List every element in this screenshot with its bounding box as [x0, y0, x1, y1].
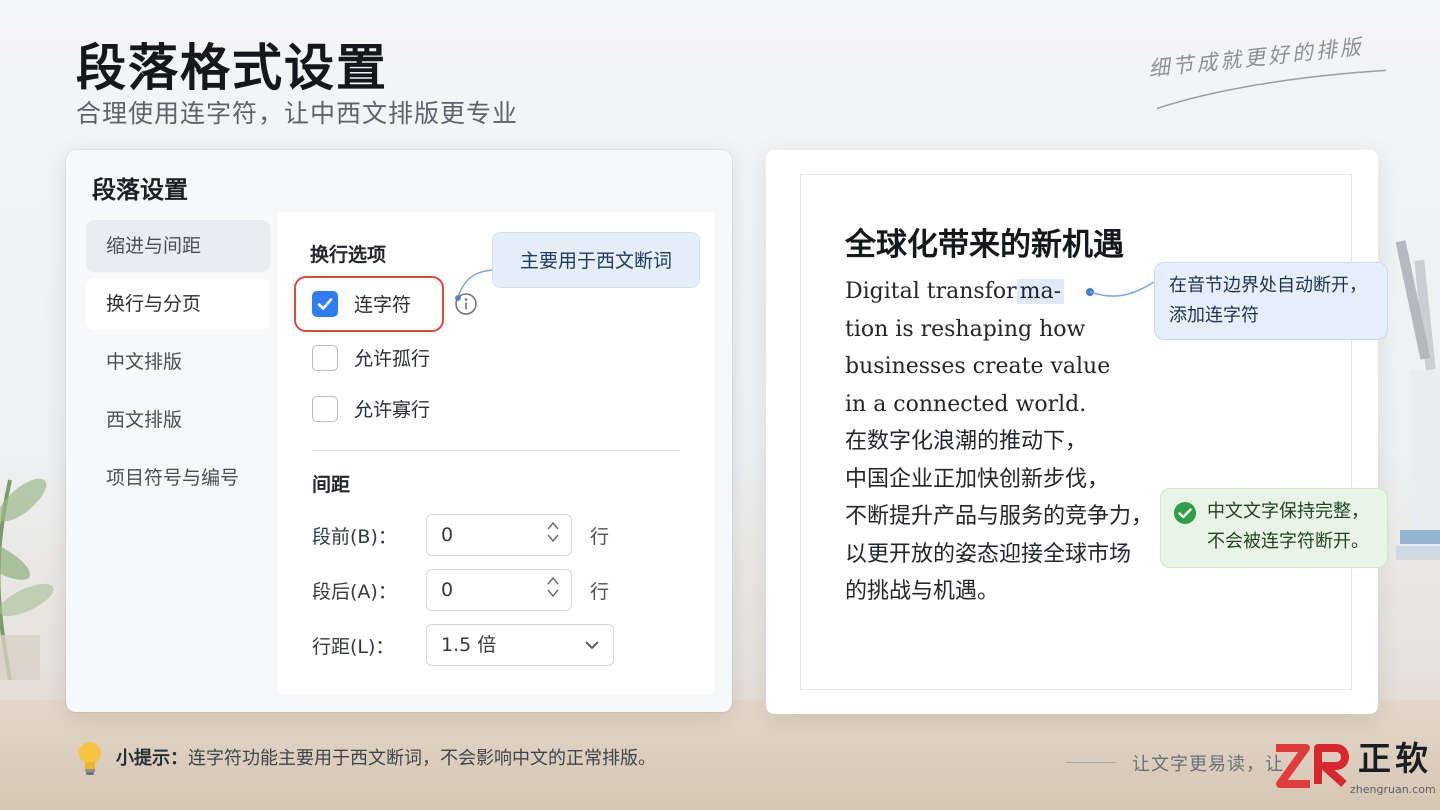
page-subtitle: 合理使用连字符，让中西文排版更专业	[76, 99, 519, 128]
logo-text: 正软	[1358, 739, 1432, 778]
document-line: 的挑战与机遇。	[845, 579, 1000, 604]
space-after-value: 0	[441, 579, 454, 601]
nav-item-chinese-typography[interactable]: 中文排版	[86, 336, 270, 388]
allow-orphan-option[interactable]: 允许孤行	[312, 344, 430, 371]
logo-url: zhengruan.com	[1350, 783, 1436, 796]
hyphen-tooltip: 主要用于西文断词	[492, 232, 700, 288]
document-line: businesses create value	[845, 354, 1111, 379]
hyphenated-syllable: ma-	[1016, 279, 1065, 304]
document-line: 中国企业正加快创新步伐，	[845, 466, 1110, 492]
allow-widow-label: 允许寡行	[354, 399, 431, 421]
document-line: tion is reshaping how	[845, 316, 1086, 342]
allow-orphan-label: 允许孤行	[354, 348, 431, 370]
callout-connector	[1086, 281, 1155, 297]
document-preview-card: 全球化带来的新机遇 Digital transfor ma- tion is re…	[766, 150, 1378, 714]
plant-decoration	[0, 478, 54, 680]
line-spacing-row: 行距(L)： 1.5 倍	[312, 624, 614, 666]
document-line: 以更开放的姿态迎接全球市场	[845, 541, 1132, 567]
info-icon[interactable]	[454, 292, 478, 316]
document-title: 全球化带来的新机遇	[845, 227, 1124, 263]
space-before-row: 段前(B)： 0 行	[312, 514, 609, 556]
line-spacing-select[interactable]: 1.5 倍	[426, 624, 614, 666]
spacing-section-title: 间距	[312, 474, 351, 496]
chevron-down-icon[interactable]	[547, 588, 559, 598]
chevron-down-icon[interactable]	[547, 533, 559, 543]
space-before-unit: 行	[590, 525, 610, 548]
hyphen-checkbox[interactable]	[312, 290, 338, 317]
handwritten-signature: 细节成就更好的排版	[1147, 27, 1403, 123]
footer-tip: 小提示：连字符功能主要用于西文断词，不会影响中文的正常排版。	[116, 744, 656, 770]
nav-item-western-typography[interactable]: 西文排版	[86, 394, 270, 446]
section-divider	[312, 450, 680, 451]
brand-logo: 正软 zhengruan.com	[1272, 738, 1436, 800]
paragraph-settings-dialog: 段落设置 缩进与间距 换行与分页 中文排版 西文排版 项目符号与编号 换行选项 …	[66, 150, 732, 712]
allow-widow-checkbox[interactable]	[312, 395, 338, 422]
document-body: Digital transfor ma- tion is reshaping ho…	[845, 273, 1153, 611]
line-spacing-value: 1.5 倍	[441, 634, 497, 656]
allow-widow-option[interactable]: 允许寡行	[312, 395, 430, 422]
document-page: 全球化带来的新机遇 Digital transfor ma- tion is re…	[800, 174, 1352, 690]
nav-item-line-page-break[interactable]: 换行与分页	[86, 278, 270, 330]
settings-panel: 换行选项 主要用于西文断词 连字符 允许孤行 允许寡行 间距 段前(B)： 0 …	[278, 212, 714, 694]
zr-logo-icon	[1276, 744, 1349, 788]
check-icon	[317, 297, 333, 310]
dialog-title: 段落设置	[92, 176, 188, 204]
settings-nav: 缩进与间距 换行与分页 中文排版 西文排版 项目符号与编号	[86, 220, 270, 510]
hyphen-callout-line2: 添加连字符	[1169, 305, 1259, 326]
space-after-stepper[interactable]: 0	[426, 569, 572, 611]
hyphen-callout: 在音节边界处自动断开， 添加连字符	[1154, 262, 1388, 340]
lightbulb-icon	[79, 742, 101, 775]
line-break-section-title: 换行选项	[310, 244, 387, 266]
chinese-callout: 中文文字保持完整， 不会被连字符断开。	[1160, 488, 1388, 568]
hyphen-callout-line1: 在音节边界处自动断开，	[1169, 275, 1367, 296]
nav-item-bullets-numbering[interactable]: 项目符号与编号	[86, 452, 270, 504]
space-before-label: 段前(B)：	[312, 525, 397, 548]
space-after-label: 段后(A)：	[312, 580, 397, 603]
check-circle-icon	[1174, 502, 1196, 524]
chinese-callout-line1: 中文文字保持完整，	[1207, 501, 1369, 522]
nav-item-indent-spacing[interactable]: 缩进与间距	[86, 220, 270, 272]
space-before-value: 0	[441, 524, 454, 546]
chevron-up-icon[interactable]	[547, 521, 559, 531]
chevron-up-icon[interactable]	[547, 576, 559, 586]
chinese-callout-line2: 不会被连字符断开。	[1207, 531, 1369, 552]
tip-label: 小提示：	[116, 748, 188, 769]
document-line: 不断提升产品与服务的竞争力，	[845, 504, 1154, 529]
stepper-arrows[interactable]	[547, 576, 559, 598]
footer-divider	[1066, 762, 1116, 763]
hyphen-label: 连字符	[354, 294, 412, 316]
chevron-down-icon	[585, 641, 599, 650]
document-line: in a connected world.	[845, 391, 1087, 417]
line1-text: Digital transfor	[845, 279, 1017, 304]
space-before-stepper[interactable]: 0	[426, 514, 572, 556]
footer-slogan: 让文字更易读，让	[1132, 754, 1284, 775]
space-after-unit: 行	[590, 580, 610, 603]
page-title: 段落格式设置	[76, 39, 388, 97]
allow-orphan-checkbox[interactable]	[312, 344, 338, 371]
hyphen-option[interactable]: 连字符	[312, 290, 411, 317]
space-after-row: 段后(A)： 0 行	[312, 569, 609, 611]
stepper-arrows[interactable]	[547, 521, 559, 543]
shelf-decoration	[1395, 240, 1440, 560]
tip-text: 连字符功能主要用于西文断词，不会影响中文的正常排版。	[188, 748, 656, 769]
document-line: 在数字化浪潮的推动下，	[845, 429, 1088, 454]
line-spacing-label: 行距(L)：	[312, 635, 395, 658]
